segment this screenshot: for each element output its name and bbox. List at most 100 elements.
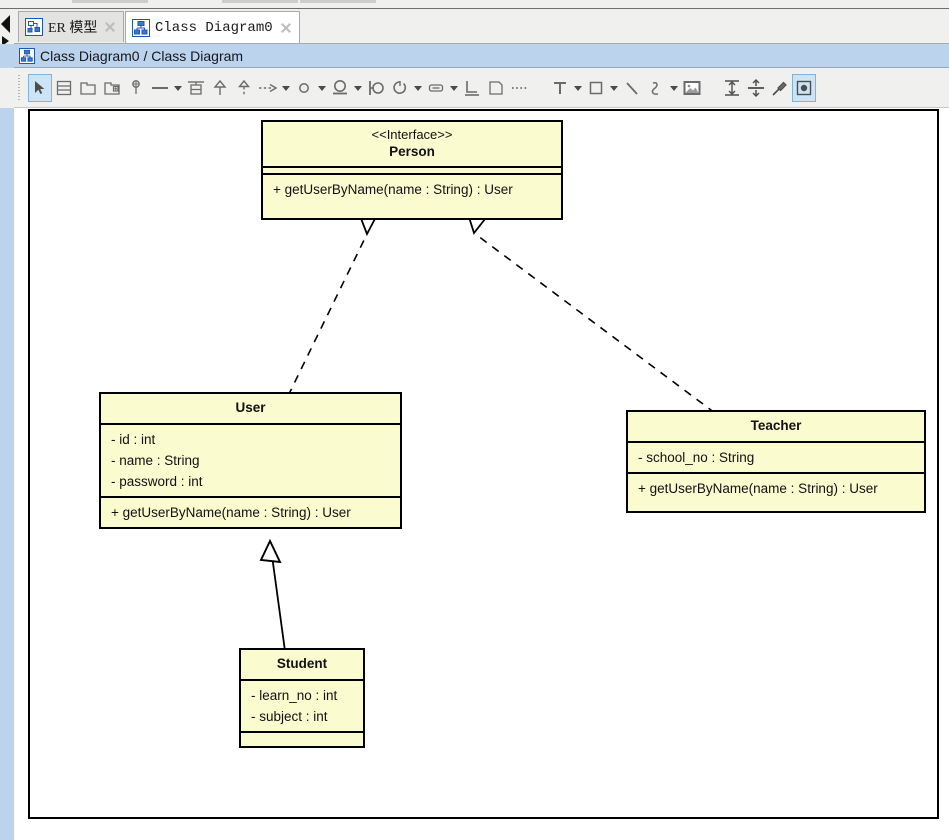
tab-class-diagram0[interactable]: Class Diagram0 bbox=[125, 11, 300, 43]
pin-tool[interactable] bbox=[124, 74, 148, 102]
chevron-down-icon bbox=[174, 85, 182, 91]
relation-student-extends-user bbox=[259, 538, 286, 652]
required-interface-tool[interactable] bbox=[364, 74, 388, 102]
chevron-down-icon bbox=[318, 85, 326, 91]
socket-icon bbox=[365, 78, 387, 98]
class-box-icon bbox=[54, 78, 74, 98]
chevron-down-icon bbox=[450, 85, 458, 91]
note-icon bbox=[486, 78, 506, 98]
operation-row: + getUserByName(name : String) : User bbox=[638, 481, 878, 496]
class-tool[interactable] bbox=[52, 74, 76, 102]
shape-rect-tool[interactable] bbox=[584, 74, 608, 102]
rounded-rect-icon bbox=[425, 78, 447, 98]
association-tool[interactable] bbox=[148, 74, 172, 102]
breadcrumb: Class Diagram0 / Class Diagram bbox=[14, 44, 949, 68]
chevron-down-icon bbox=[354, 85, 362, 91]
instance-tool[interactable] bbox=[424, 74, 448, 102]
attribute-row: - id : int bbox=[111, 432, 156, 447]
distribute-icon bbox=[745, 77, 767, 99]
diagonal-line-icon bbox=[622, 78, 642, 98]
association-class-icon bbox=[185, 78, 207, 98]
chevron-down-icon bbox=[282, 85, 290, 91]
note-tool[interactable] bbox=[484, 74, 508, 102]
breadcrumb-label: Class Diagram0 / Class Diagram bbox=[40, 47, 244, 64]
tab-label: Class Diagram0 bbox=[155, 19, 273, 36]
package-plus-icon bbox=[102, 78, 122, 98]
attributes-compartment: - school_no : String bbox=[628, 443, 924, 474]
zoom-tool[interactable] bbox=[792, 74, 816, 102]
scroll-left-icon[interactable] bbox=[1, 15, 10, 33]
uml-class-student[interactable]: Student - learn_no : int - subject : int bbox=[239, 648, 365, 748]
toolbar-drag-handle[interactable] bbox=[16, 75, 25, 101]
diagram-canvas[interactable]: <<Interface>> Person + getUserByName(nam… bbox=[28, 109, 939, 819]
containment-tool[interactable] bbox=[460, 74, 484, 102]
operations-compartment: + getUserByName(name : String) : User bbox=[263, 175, 561, 205]
attribute-row: - learn_no : int bbox=[251, 688, 338, 703]
shape-rect-tool-dropdown[interactable] bbox=[608, 74, 620, 102]
diagram-toolbar bbox=[14, 69, 949, 108]
distribute-tool[interactable] bbox=[744, 74, 768, 102]
note-anchor-tool[interactable] bbox=[508, 74, 532, 102]
generalization-tool[interactable] bbox=[208, 74, 232, 102]
provided-interface-tool[interactable] bbox=[328, 74, 352, 102]
interface-ball-tool[interactable] bbox=[292, 74, 316, 102]
line-icon bbox=[149, 78, 171, 98]
square-icon bbox=[586, 78, 606, 98]
attributes-compartment: - learn_no : int - subject : int bbox=[241, 681, 363, 733]
uml-class-person[interactable]: <<Interface>> Person + getUserByName(nam… bbox=[261, 120, 563, 220]
pin-icon bbox=[126, 78, 146, 98]
freehand-tool-dropdown[interactable] bbox=[668, 74, 680, 102]
image-icon bbox=[681, 78, 703, 98]
tab-scroll-arrows[interactable] bbox=[0, 9, 14, 46]
class-name: Teacher bbox=[750, 418, 802, 433]
editor-tab-bar: ER 模型 Class Diagram0 bbox=[14, 9, 949, 44]
pin-diagram-tool[interactable] bbox=[768, 74, 792, 102]
ghost-widget-3 bbox=[300, 0, 376, 3]
tab-label: ER 模型 bbox=[48, 21, 98, 36]
attribute-row: - school_no : String bbox=[638, 450, 755, 465]
text-tool[interactable] bbox=[548, 74, 572, 102]
instance-tool-dropdown[interactable] bbox=[448, 74, 460, 102]
class-header: User bbox=[101, 394, 400, 425]
uml-class-user[interactable]: User - id : int - name : String - passwo… bbox=[99, 392, 402, 529]
align-vertical-tool[interactable] bbox=[720, 74, 744, 102]
close-icon[interactable] bbox=[280, 22, 292, 34]
operation-row: + getUserByName(name : String) : User bbox=[273, 182, 513, 197]
assembly-connector-tool[interactable] bbox=[388, 74, 412, 102]
provided-interface-tool-dropdown[interactable] bbox=[352, 74, 364, 102]
select-pointer-tool[interactable] bbox=[28, 74, 52, 102]
dotted-arrow-right-icon bbox=[256, 78, 280, 98]
interface-ball-tool-dropdown[interactable] bbox=[316, 74, 328, 102]
uml-class-teacher[interactable]: Teacher - school_no : String + getUserBy… bbox=[626, 410, 926, 513]
er-model-icon bbox=[25, 18, 43, 36]
dependency-tool-dropdown[interactable] bbox=[280, 74, 292, 102]
align-vertical-icon bbox=[721, 77, 743, 99]
chevron-down-icon bbox=[610, 85, 618, 91]
class-diagram-icon bbox=[19, 47, 35, 64]
lollipop-icon bbox=[329, 78, 351, 98]
containment-icon bbox=[462, 78, 482, 98]
close-icon[interactable] bbox=[104, 21, 116, 33]
dependency-tool[interactable] bbox=[256, 74, 280, 102]
text-tool-dropdown[interactable] bbox=[572, 74, 584, 102]
circle-arc-icon bbox=[390, 78, 410, 98]
attribute-row: - password : int bbox=[111, 474, 203, 489]
cursor-arrow-icon bbox=[31, 79, 49, 97]
straight-line-tool[interactable] bbox=[620, 74, 644, 102]
realization-tool[interactable] bbox=[232, 74, 256, 102]
chevron-down-icon bbox=[574, 85, 582, 91]
association-class-tool[interactable] bbox=[184, 74, 208, 102]
tab-er-model[interactable]: ER 模型 bbox=[18, 11, 124, 42]
package-tool[interactable] bbox=[76, 74, 100, 102]
image-tool[interactable] bbox=[680, 74, 704, 102]
attribute-row: - name : String bbox=[111, 453, 200, 468]
curve-icon bbox=[646, 78, 666, 98]
operations-compartment: + getUserByName(name : String) : User bbox=[101, 498, 400, 528]
ghost-widget-2 bbox=[222, 0, 298, 3]
assembly-connector-tool-dropdown[interactable] bbox=[412, 74, 424, 102]
class-diagram-icon bbox=[132, 18, 150, 37]
freehand-tool[interactable] bbox=[644, 74, 668, 102]
association-tool-dropdown[interactable] bbox=[172, 74, 184, 102]
subsystem-tool[interactable] bbox=[100, 74, 124, 102]
application-window: ER 模型 Class Diagram0 Class Diagram0 / Cl… bbox=[0, 0, 949, 840]
